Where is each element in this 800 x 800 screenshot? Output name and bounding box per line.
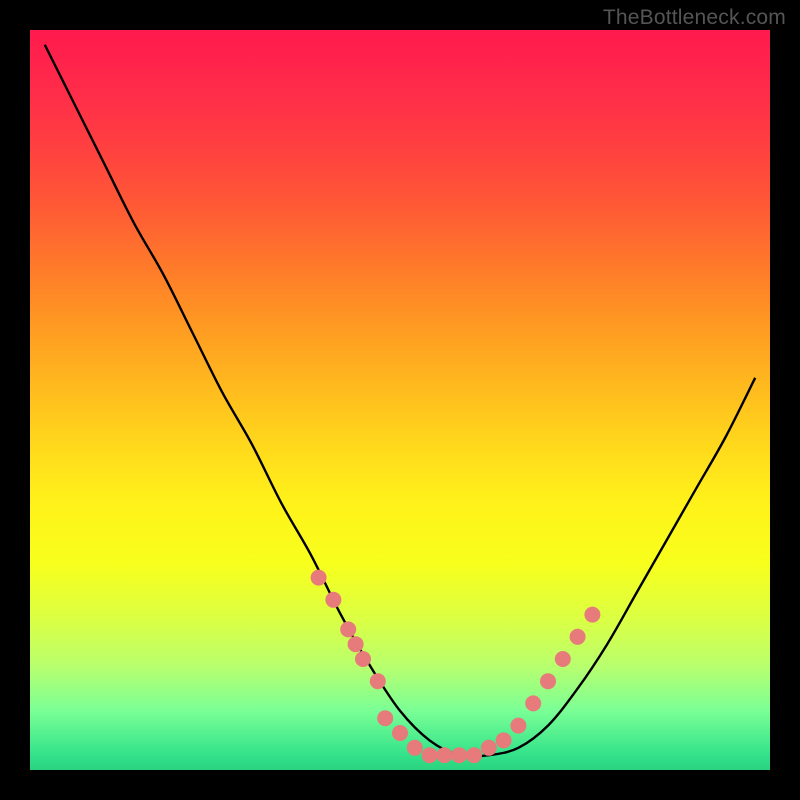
data-marker bbox=[377, 710, 393, 726]
data-marker bbox=[340, 621, 356, 637]
curve-line bbox=[45, 45, 755, 757]
watermark: TheBottleneck.com bbox=[603, 6, 786, 30]
data-marker bbox=[407, 740, 423, 756]
data-marker bbox=[540, 673, 556, 689]
data-marker bbox=[510, 718, 526, 734]
data-marker bbox=[348, 636, 364, 652]
plot-svg bbox=[30, 30, 770, 770]
data-marker bbox=[555, 651, 571, 667]
data-marker bbox=[311, 570, 327, 586]
data-marker bbox=[436, 747, 452, 763]
data-marker bbox=[422, 747, 438, 763]
data-marker bbox=[496, 732, 512, 748]
data-marker bbox=[584, 607, 600, 623]
data-marker bbox=[570, 629, 586, 645]
data-marker bbox=[370, 673, 386, 689]
data-marker bbox=[355, 651, 371, 667]
data-marker bbox=[451, 747, 467, 763]
plot-area bbox=[30, 30, 770, 770]
data-marker bbox=[325, 592, 341, 608]
chart-stage: TheBottleneck.com bbox=[0, 0, 800, 800]
data-marker bbox=[481, 740, 497, 756]
data-marker bbox=[466, 747, 482, 763]
data-marker bbox=[525, 695, 541, 711]
data-marker bbox=[392, 725, 408, 741]
